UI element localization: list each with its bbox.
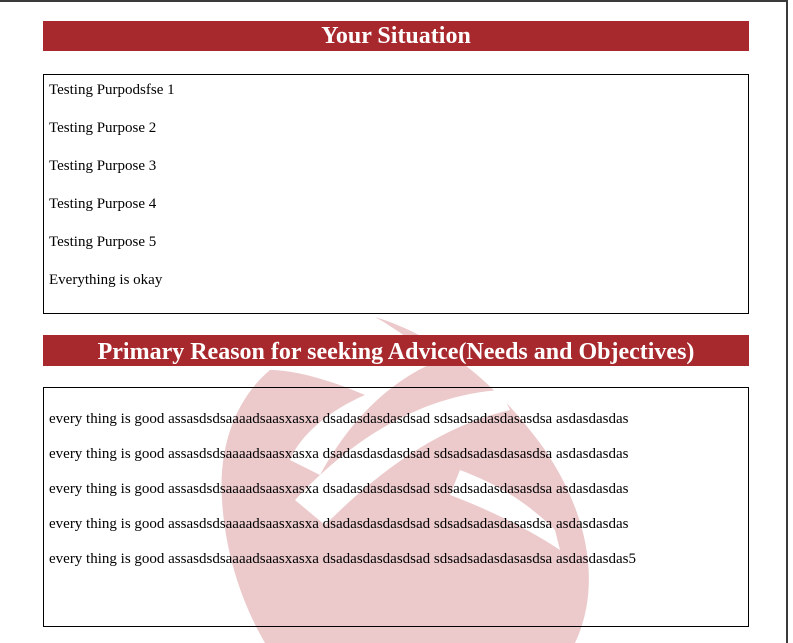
situation-item: Testing Purpose 2	[49, 120, 157, 136]
situation-item: Testing Purpose 5	[49, 234, 157, 250]
page-top-border	[0, 0, 787, 2]
section-header-your-situation: Your Situation	[43, 21, 749, 51]
reason-line: every thing is good assasdsdsaaaadsaasxa…	[49, 551, 636, 567]
reason-line: every thing is good assasdsdsaaaadsaasxa…	[49, 516, 629, 532]
page-right-border	[786, 0, 788, 643]
reason-box: every thing is good assasdsdsaaaadsaasxa…	[43, 387, 749, 627]
situation-item: Testing Purpose 4	[49, 196, 157, 212]
reason-line: every thing is good assasdsdsaaaadsaasxa…	[49, 481, 629, 497]
reason-line: every thing is good assasdsdsaaaadsaasxa…	[49, 411, 629, 427]
situation-item: Testing Purpodsfse 1	[49, 82, 175, 98]
reason-line: every thing is good assasdsdsaaaadsaasxa…	[49, 446, 629, 462]
situation-item: Testing Purpose 3	[49, 158, 157, 174]
situation-box: Testing Purpodsfse 1 Testing Purpose 2 T…	[43, 74, 749, 314]
section-header-primary-reason: Primary Reason for seeking Advice(Needs …	[43, 335, 749, 366]
situation-item: Everything is okay	[49, 272, 163, 288]
section-title-your-situation: Your Situation	[321, 23, 471, 49]
section-title-primary-reason: Primary Reason for seeking Advice(Needs …	[97, 339, 695, 365]
